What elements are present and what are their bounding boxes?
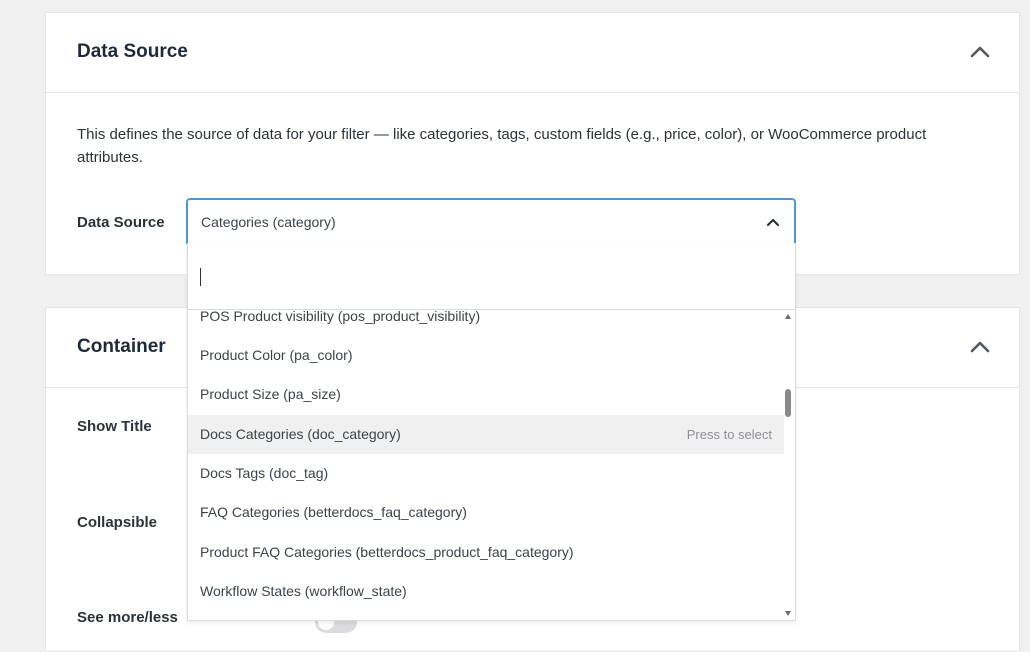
option-label: Product Color (pa_color): [200, 347, 353, 363]
data-source-select[interactable]: Categories (category): [186, 198, 796, 244]
option-label: Docs Tags (doc_tag): [200, 465, 329, 481]
container-panel-title: Container: [77, 336, 166, 357]
option-label: Product FAQ Categories (betterdocs_produ…: [200, 544, 574, 560]
chevron-up-icon[interactable]: [765, 214, 781, 230]
text-caret: [200, 268, 201, 286]
option-label: FAQ Categories (betterdocs_faq_category): [200, 504, 467, 520]
dropdown-option[interactable]: Product FAQ Categories (betterdocs_produ…: [188, 533, 784, 572]
dropdown-option[interactable]: Product Size (pa_size): [188, 375, 784, 414]
option-label: POS Product visibility (pos_product_visi…: [200, 310, 481, 324]
dropdown-search-input[interactable]: [188, 243, 795, 310]
scroll-up-arrow-icon[interactable]: [785, 314, 791, 319]
collapsible-label: Collapsible: [77, 514, 158, 531]
press-to-select-hint: Press to select: [686, 427, 772, 442]
show-title-label: Show Title: [77, 418, 152, 435]
option-label: Product Size (pa_size): [200, 386, 341, 402]
data-source-panel-title: Data Source: [77, 41, 188, 62]
data-source-selected-value: Categories (category): [201, 214, 336, 230]
option-label: Workflow States (workflow_state): [200, 583, 407, 599]
chevron-up-icon[interactable]: [969, 336, 991, 358]
option-label: Docs Categories (doc_category): [200, 426, 401, 442]
dropdown-scrollbar[interactable]: [782, 310, 795, 620]
data-source-dropdown: POS Product visibility (pos_product_visi…: [187, 243, 796, 621]
scrollbar-thumb[interactable]: [785, 389, 791, 417]
dropdown-option-highlighted[interactable]: Docs Categories (doc_category) Press to …: [188, 415, 784, 454]
dropdown-option[interactable]: Workflow States (workflow_state): [188, 572, 784, 611]
dropdown-options-list: POS Product visibility (pos_product_visi…: [188, 310, 784, 620]
dropdown-option[interactable]: Docs Tags (doc_tag): [188, 454, 784, 493]
dropdown-option[interactable]: FAQ Categories (betterdocs_faq_category): [188, 493, 784, 532]
data-source-panel-header[interactable]: Data Source: [46, 13, 1019, 93]
scroll-down-arrow-icon[interactable]: [785, 611, 791, 616]
see-more-less-label: See more/less: [77, 609, 178, 626]
data-source-field-label: Data Source: [77, 214, 165, 231]
dropdown-option[interactable]: POS Product visibility (pos_product_visi…: [188, 310, 784, 336]
data-source-description: This defines the source of data for your…: [77, 126, 927, 166]
dropdown-option[interactable]: Product Color (pa_color): [188, 336, 784, 375]
chevron-up-icon[interactable]: [969, 41, 991, 63]
